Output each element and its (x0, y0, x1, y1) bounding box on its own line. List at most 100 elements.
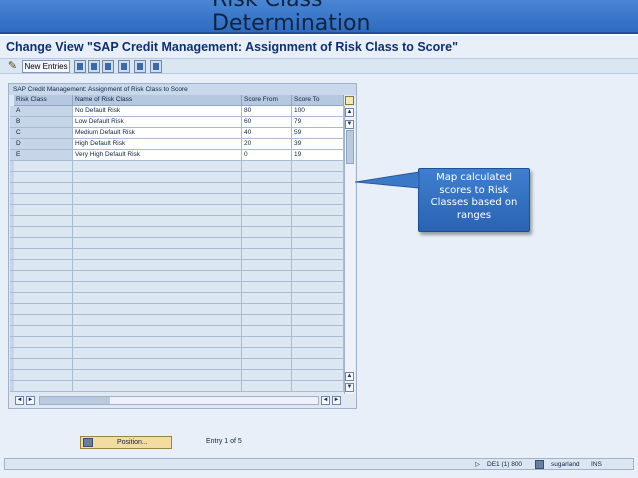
table-cell-risk-class[interactable] (14, 304, 73, 315)
vertical-scroll-thumb[interactable] (346, 130, 354, 164)
table-cell-score-from[interactable]: 0 (242, 150, 292, 161)
table-cell-risk-class-name[interactable] (73, 370, 242, 381)
column-settings-icon[interactable] (345, 96, 354, 105)
table-cell-score-to[interactable]: 39 (292, 139, 344, 150)
table-cell-risk-class-name[interactable] (73, 227, 242, 238)
table-cell-score-to[interactable] (292, 348, 344, 359)
table-cell-score-to[interactable] (292, 183, 344, 194)
table-cell-score-to[interactable] (292, 249, 344, 260)
column-header-risk-class-name[interactable]: Name of Risk Class (73, 95, 242, 106)
table-cell-risk-class-name[interactable] (73, 260, 242, 271)
table-cell-risk-class[interactable] (14, 161, 73, 172)
column-header-score-from[interactable]: Score From (242, 95, 292, 106)
table-cell-risk-class-name[interactable] (73, 249, 242, 260)
table-cell-risk-class[interactable] (14, 348, 73, 359)
select-all-icon[interactable] (118, 60, 130, 73)
table-cell-score-to[interactable] (292, 216, 344, 227)
table-cell-score-to[interactable] (292, 260, 344, 271)
table-cell-risk-class-name[interactable] (73, 304, 242, 315)
table-cell-risk-class-name[interactable]: Very High Default Risk (73, 150, 242, 161)
table-cell-score-from[interactable] (242, 381, 292, 392)
table-cell-score-to[interactable] (292, 282, 344, 293)
new-entries-button[interactable]: New Entries (22, 60, 70, 73)
page-down-button[interactable]: ▲ (345, 372, 354, 381)
status-expand-icon[interactable]: ▷ (475, 460, 480, 469)
table-cell-risk-class-name[interactable]: High Default Risk (73, 139, 242, 150)
table-cell-score-from[interactable]: 20 (242, 139, 292, 150)
table-cell-score-to[interactable] (292, 315, 344, 326)
table-cell-risk-class[interactable] (14, 370, 73, 381)
table-cell-score-from[interactable] (242, 194, 292, 205)
table-cell-score-to[interactable] (292, 271, 344, 282)
table-cell-risk-class[interactable] (14, 359, 73, 370)
table-cell-risk-class[interactable] (14, 172, 73, 183)
table-cell-risk-class-name[interactable] (73, 271, 242, 282)
table-cell-risk-class[interactable] (14, 326, 73, 337)
table-cell-risk-class-name[interactable]: No Default Risk (73, 106, 242, 117)
table-cell-risk-class-name[interactable]: Low Default Risk (73, 117, 242, 128)
table-cell-risk-class[interactable] (14, 271, 73, 282)
table-cell-score-to[interactable] (292, 359, 344, 370)
system-info-icon[interactable] (535, 460, 544, 469)
table-cell-risk-class[interactable]: C (14, 128, 73, 139)
table-cell-score-from[interactable] (242, 271, 292, 282)
table-cell-score-from[interactable] (242, 172, 292, 183)
deselect-all-icon[interactable] (150, 60, 162, 73)
undo-icon[interactable] (102, 60, 114, 73)
table-cell-risk-class-name[interactable] (73, 172, 242, 183)
table-cell-risk-class[interactable]: D (14, 139, 73, 150)
table-cell-score-from[interactable] (242, 161, 292, 172)
table-cell-score-from[interactable] (242, 359, 292, 370)
table-cell-score-to[interactable]: 100 (292, 106, 344, 117)
table-cell-score-to[interactable] (292, 381, 344, 392)
table-cell-score-from[interactable] (242, 227, 292, 238)
table-cell-score-to[interactable] (292, 205, 344, 216)
position-button[interactable]: Position... (80, 436, 172, 449)
table-cell-risk-class-name[interactable] (73, 161, 242, 172)
table-cell-risk-class[interactable] (14, 216, 73, 227)
table-cell-score-to[interactable]: 79 (292, 117, 344, 128)
table-cell-score-to[interactable] (292, 370, 344, 381)
table-cell-score-from[interactable] (242, 260, 292, 271)
table-cell-score-from[interactable] (242, 205, 292, 216)
table-cell-score-to[interactable]: 19 (292, 150, 344, 161)
table-cell-risk-class[interactable] (14, 194, 73, 205)
table-cell-risk-class[interactable] (14, 183, 73, 194)
table-cell-risk-class[interactable] (14, 205, 73, 216)
table-cell-risk-class[interactable]: E (14, 150, 73, 161)
table-cell-score-from[interactable] (242, 315, 292, 326)
table-cell-risk-class[interactable]: A (14, 106, 73, 117)
table-cell-score-from[interactable] (242, 370, 292, 381)
table-cell-risk-class-name[interactable] (73, 315, 242, 326)
table-cell-score-to[interactable] (292, 293, 344, 304)
table-cell-risk-class[interactable] (14, 282, 73, 293)
table-cell-risk-class-name[interactable] (73, 359, 242, 370)
table-cell-score-from[interactable]: 60 (242, 117, 292, 128)
horizontal-scrollbar[interactable] (39, 396, 319, 405)
table-cell-risk-class-name[interactable] (73, 194, 242, 205)
edit-pencil-icon[interactable]: ✎ (6, 60, 19, 73)
table-cell-score-from[interactable] (242, 183, 292, 194)
table-cell-score-from[interactable]: 40 (242, 128, 292, 139)
column-header-risk-class[interactable]: Risk Class (14, 95, 73, 106)
table-cell-score-to[interactable] (292, 172, 344, 183)
vertical-scrollbar[interactable]: ▲ ▼ ▲ ▼ (344, 106, 355, 394)
table-cell-risk-class-name[interactable] (73, 282, 242, 293)
system-info[interactable]: DE1 (1) 800 (487, 460, 522, 469)
table-cell-risk-class[interactable] (14, 260, 73, 271)
table-cell-risk-class-name[interactable] (73, 348, 242, 359)
table-cell-risk-class-name[interactable] (73, 381, 242, 392)
table-cell-score-from[interactable] (242, 348, 292, 359)
table-cell-risk-class-name[interactable] (73, 337, 242, 348)
column-header-score-to[interactable]: Score To (292, 95, 344, 106)
table-cell-score-from[interactable] (242, 238, 292, 249)
select-block-icon[interactable] (134, 60, 146, 73)
table-cell-risk-class-name[interactable] (73, 183, 242, 194)
table-cell-score-from[interactable]: 80 (242, 106, 292, 117)
table-cell-score-from[interactable] (242, 326, 292, 337)
table-cell-risk-class[interactable] (14, 238, 73, 249)
table-cell-score-from[interactable] (242, 293, 292, 304)
table-cell-score-from[interactable] (242, 304, 292, 315)
table-cell-risk-class[interactable] (14, 337, 73, 348)
table-cell-risk-class-name[interactable]: Medium Default Risk (73, 128, 242, 139)
